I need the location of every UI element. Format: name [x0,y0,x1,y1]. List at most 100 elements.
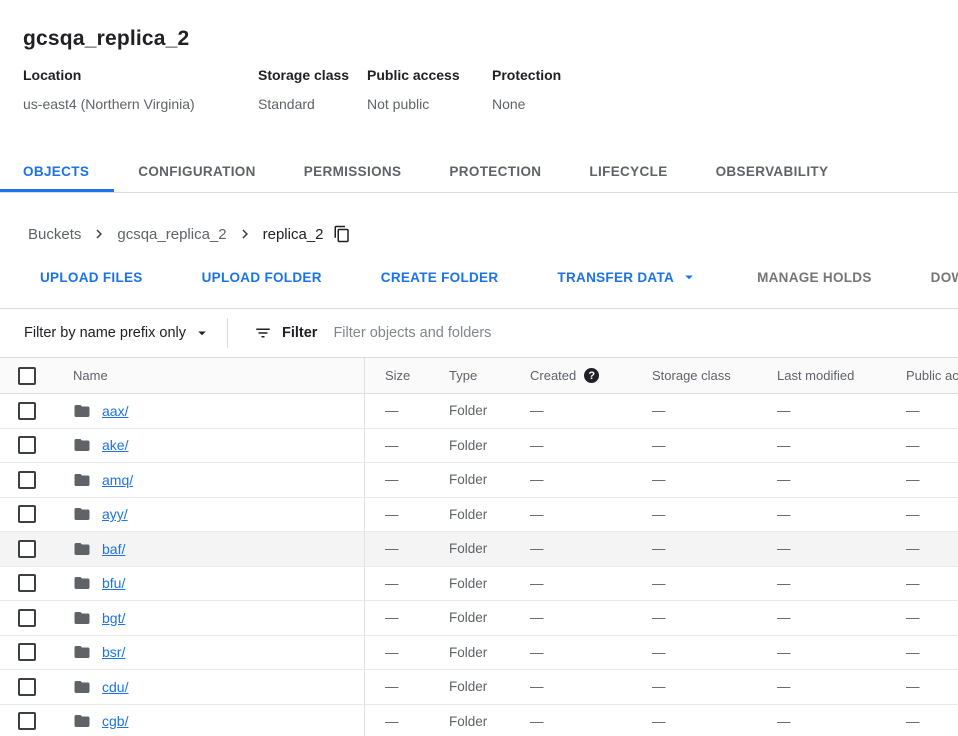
object-link-baf[interactable]: baf/ [102,541,125,557]
object-link-ayy[interactable]: ayy/ [102,506,128,522]
storage-class-cell: — [652,610,777,625]
filter-mode-label: Filter by name prefix only [24,325,186,341]
row-checkbox[interactable] [18,643,36,661]
name-cell: cgb/ [55,705,365,736]
tab-objects[interactable]: OBJECTS [0,150,114,192]
created-cell: — [530,403,652,418]
storage-class-cell: — [652,576,777,591]
create-folder-button[interactable]: CREATE FOLDER [365,259,515,295]
column-header-created: Created ? [530,368,652,383]
table-row-cdu: cdu/ — Folder — — — — [0,670,958,705]
row-checkbox-cell [0,394,55,428]
filter-input[interactable] [333,325,942,341]
object-link-cgb[interactable]: cgb/ [102,713,128,729]
row-checkbox[interactable] [18,678,36,696]
row-checkbox-cell [0,601,55,635]
folder-icon [73,678,91,696]
storage-class-cell: — [652,679,777,694]
storage-class-cell: — [652,403,777,418]
last-modified-cell: — [777,507,904,522]
row-checkbox[interactable] [18,540,36,558]
name-cell: aax/ [55,394,365,428]
meta-value: Not public [367,96,492,112]
row-checkbox-cell [0,429,55,463]
copy-icon[interactable] [333,225,351,243]
table-row-bsr: bsr/ — Folder — — — — [0,636,958,671]
type-cell: Folder [449,507,530,522]
row-checkbox[interactable] [18,471,36,489]
vertical-divider [227,318,228,348]
row-checkbox-cell [0,532,55,566]
select-all-checkbox[interactable] [18,367,36,385]
type-cell: Folder [449,403,530,418]
row-checkbox[interactable] [18,712,36,730]
public-access-cell: — [904,507,958,522]
breadcrumb-buckets[interactable]: Buckets [28,226,81,243]
chevron-right-icon [90,225,108,243]
table-row-ake: ake/ — Folder — — — — [0,429,958,464]
table-header: Name Size Type Created ? Storage class L… [0,358,958,394]
row-checkbox[interactable] [18,436,36,454]
row-checkbox[interactable] [18,505,36,523]
type-cell: Folder [449,645,530,660]
tab-observability[interactable]: OBSERVABILITY [692,150,853,192]
upload-folder-button[interactable]: UPLOAD FOLDER [186,259,338,295]
object-link-aax[interactable]: aax/ [102,403,128,419]
type-cell: Folder [449,714,530,729]
page-title: gcsqa_replica_2 [23,27,934,50]
breadcrumb: Buckets gcsqa_replica_2 replica_2 [0,222,958,246]
folder-icon [73,540,91,558]
object-link-bfu[interactable]: bfu/ [102,575,125,591]
name-cell: bfu/ [55,567,365,601]
created-cell: — [530,610,652,625]
storage-class-cell: — [652,541,777,556]
row-checkbox[interactable] [18,574,36,592]
tab-bar: OBJECTS CONFIGURATION PERMISSIONS PROTEC… [0,150,958,193]
tab-protection[interactable]: PROTECTION [425,150,565,192]
row-checkbox-cell [0,705,55,736]
row-checkbox[interactable] [18,402,36,420]
tab-label: OBJECTS [23,164,89,179]
object-link-amq[interactable]: amq/ [102,472,133,488]
meta-label: Public access [367,67,492,83]
tab-label: PROTECTION [449,164,541,179]
tab-configuration[interactable]: CONFIGURATION [114,150,280,192]
object-link-bsr[interactable]: bsr/ [102,644,125,660]
table-row-aax: aax/ — Folder — — — — [0,394,958,429]
row-checkbox[interactable] [18,609,36,627]
manage-holds-button[interactable]: MANAGE HOLDS [741,259,888,295]
table-row-bgt: bgt/ — Folder — — — — [0,601,958,636]
public-access-cell: — [904,679,958,694]
tab-lifecycle[interactable]: LIFECYCLE [565,150,691,192]
storage-class-cell: — [652,472,777,487]
breadcrumb-bucket-name[interactable]: gcsqa_replica_2 [117,226,226,243]
folder-icon [73,609,91,627]
last-modified-cell: — [777,610,904,625]
size-cell: — [365,403,449,418]
chevron-right-icon [236,225,254,243]
transfer-data-button[interactable]: TRANSFER DATA [541,259,714,295]
meta-item-public-access: Public access Not public [367,67,492,112]
size-cell: — [365,714,449,729]
type-cell: Folder [449,541,530,556]
folder-icon [73,643,91,661]
column-header-type: Type [449,368,530,383]
download-button[interactable]: DOWNLOAD [915,259,958,295]
type-cell: Folder [449,472,530,487]
row-checkbox-cell [0,670,55,704]
public-access-cell: — [904,576,958,591]
upload-files-button[interactable]: UPLOAD FILES [24,259,159,295]
object-link-cdu[interactable]: cdu/ [102,679,128,695]
arrow-drop-down-icon [193,324,211,342]
name-cell: ake/ [55,429,365,463]
table-row-cgb: cgb/ — Folder — — — — [0,705,958,736]
created-cell: — [530,714,652,729]
filter-mode-select[interactable]: Filter by name prefix only [24,324,211,342]
object-link-ake[interactable]: ake/ [102,437,128,453]
storage-class-cell: — [652,645,777,660]
tab-label: CONFIGURATION [138,164,256,179]
name-cell: bgt/ [55,601,365,635]
tab-permissions[interactable]: PERMISSIONS [280,150,426,192]
object-link-bgt[interactable]: bgt/ [102,610,125,626]
help-icon[interactable]: ? [584,368,599,383]
